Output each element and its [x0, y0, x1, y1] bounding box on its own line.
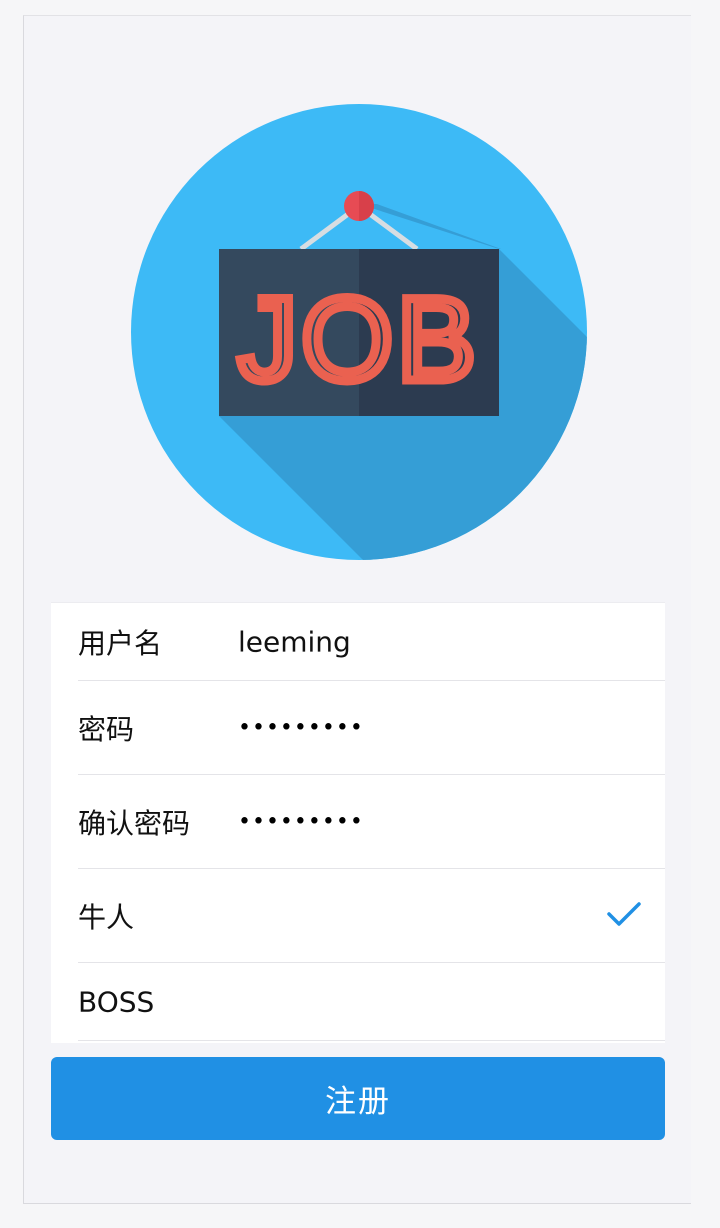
role-option-boss[interactable]: BOSS	[78, 963, 665, 1041]
password-input[interactable]: •••••••••	[238, 715, 638, 740]
register-button[interactable]: 注册	[51, 1057, 665, 1140]
password-label: 密码	[78, 712, 135, 746]
register-form: 用户名 密码 ••••••••• 确认密码 ••••••••• 牛人 BOSS	[51, 602, 665, 1043]
logo-text: JOB	[238, 274, 480, 406]
username-label: 用户名	[78, 626, 163, 660]
role-option-label: BOSS	[78, 985, 155, 1018]
username-input[interactable]	[238, 625, 638, 658]
role-option-genius[interactable]: 牛人	[78, 869, 665, 963]
checkmark-icon	[607, 901, 641, 931]
confirm-password-input[interactable]: •••••••••	[238, 809, 638, 834]
job-logo-image: JOB	[131, 104, 587, 560]
confirm-password-label: 确认密码	[78, 806, 191, 840]
role-option-label: 牛人	[78, 900, 135, 934]
username-row: 用户名	[78, 603, 665, 681]
password-row: 密码 •••••••••	[78, 681, 665, 775]
confirm-password-row: 确认密码 •••••••••	[78, 775, 665, 869]
app-frame: JOB 用户名 密码 ••••••••• 确认密码 ••••••••• 牛人 B…	[23, 15, 691, 1204]
